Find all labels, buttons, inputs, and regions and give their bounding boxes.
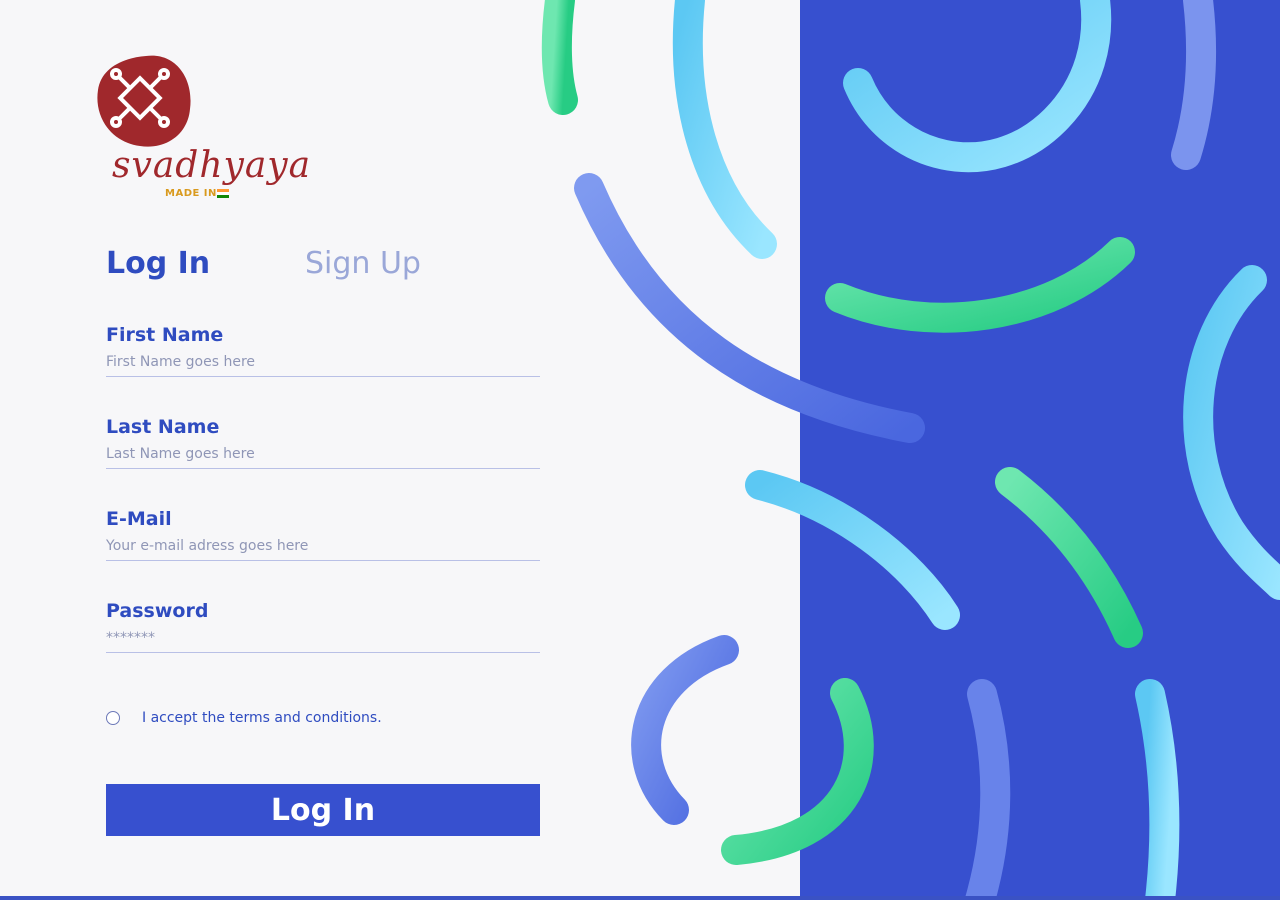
login-button[interactable]: Log In (106, 784, 540, 836)
terms-row: I accept the terms and conditions. (106, 710, 382, 726)
first-name-group: First Name (106, 324, 540, 377)
password-label: Password (106, 600, 209, 622)
last-name-group: Last Name (106, 416, 540, 469)
first-name-field[interactable] (106, 354, 540, 377)
india-flag-icon (217, 189, 229, 198)
last-name-field[interactable] (106, 446, 540, 469)
bottom-bar (0, 896, 1280, 900)
logo-emblem-icon (97, 55, 191, 147)
terms-label[interactable]: I accept the terms and conditions. (142, 710, 382, 726)
brand-tagline: MADE IN (165, 188, 217, 199)
brand-wordmark: svadhyaya (112, 145, 312, 186)
password-field[interactable] (106, 630, 540, 653)
tab-login[interactable]: Log In (106, 246, 210, 281)
terms-checkbox[interactable] (106, 711, 120, 725)
email-field[interactable] (106, 538, 540, 561)
last-name-label: Last Name (106, 416, 220, 438)
email-group: E-Mail (106, 508, 540, 561)
password-group: Password (106, 600, 540, 653)
first-name-label: First Name (106, 324, 224, 346)
email-label: E-Mail (106, 508, 172, 530)
tab-signup[interactable]: Sign Up (305, 246, 421, 281)
